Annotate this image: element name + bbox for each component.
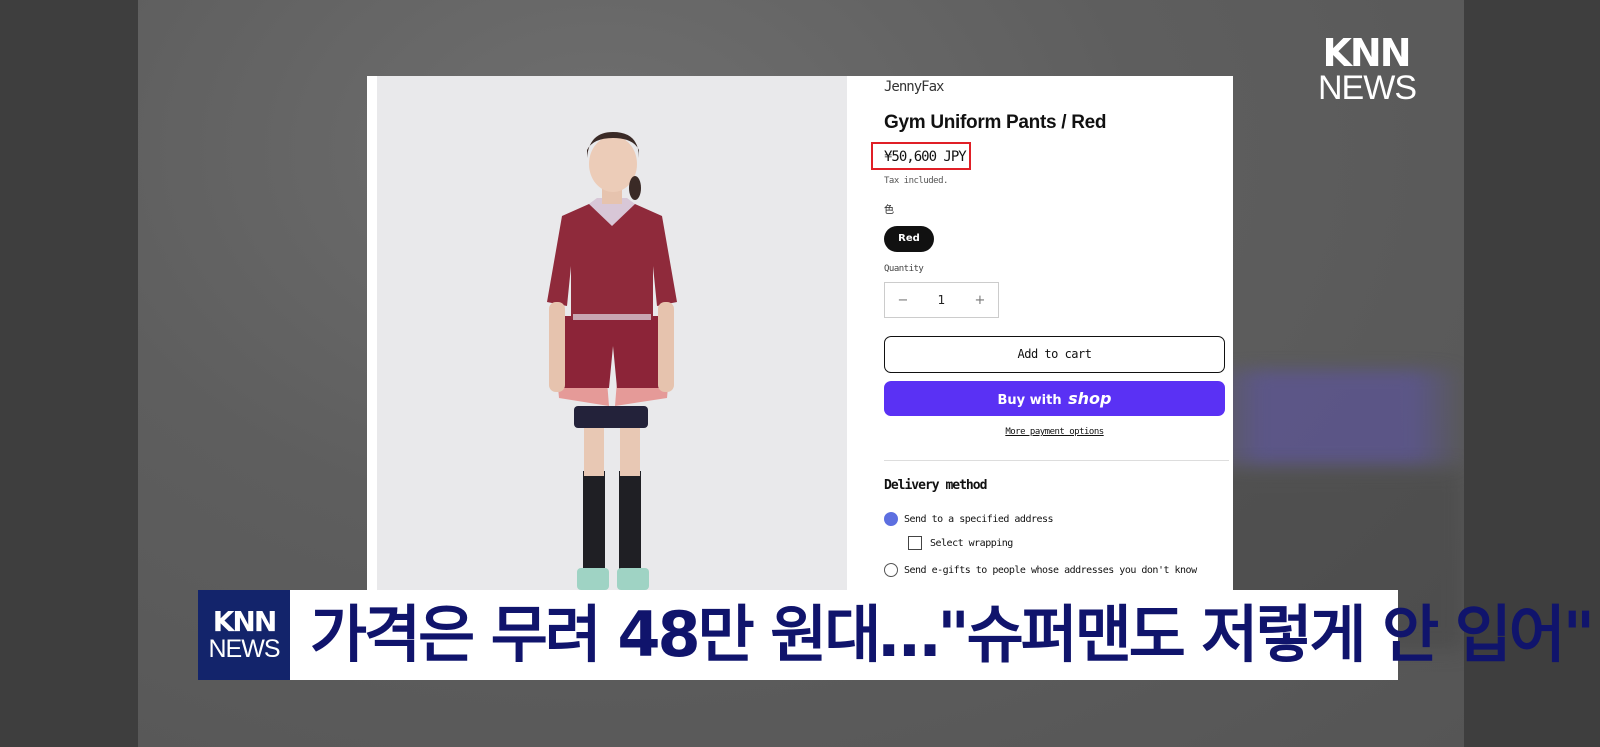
radio-unselected-icon[interactable] [884, 563, 898, 577]
delivery-option-label: Send e-gifts to people whose addresses y… [904, 564, 1197, 576]
delivery-method-heading: Delivery method [884, 478, 987, 493]
product-title: Gym Uniform Pants / Red [884, 112, 1107, 133]
caption-headline: 가격은 무려 48만 원대…"슈퍼맨도 저렇게 안 입어" [310, 598, 1595, 671]
pillarbox-left [0, 0, 138, 747]
divider [884, 460, 1229, 461]
delivery-option-address[interactable]: Send to a specified address [884, 512, 1054, 526]
quantity-label: Quantity [884, 264, 924, 274]
wrapping-label: Select wrapping [930, 537, 1013, 549]
quantity-value[interactable]: 1 [938, 293, 946, 307]
caption-knn-logo: KNN NEWS [198, 590, 290, 680]
logo-knn-text: KNN [1322, 31, 1411, 75]
color-option-red[interactable]: Red [884, 226, 934, 252]
quantity-stepper: − 1 + [884, 282, 999, 318]
select-wrapping-option[interactable]: Select wrapping [908, 536, 1013, 550]
quantity-increment-button[interactable]: + [972, 293, 988, 308]
product-photo [377, 76, 847, 590]
tax-note: Tax included. [884, 176, 948, 186]
delivery-option-label: Send to a specified address [904, 513, 1054, 525]
color-label: 色 [884, 205, 894, 216]
delivery-option-egift[interactable]: Send e-gifts to people whose addresses y… [884, 563, 1197, 577]
quantity-decrement-button[interactable]: − [895, 293, 911, 308]
caption-logo-knn: KNN [212, 605, 278, 638]
knn-news-logo: KNN NEWS [1318, 31, 1417, 107]
model-figure-image [547, 132, 677, 590]
news-caption-bar: KNN NEWS 가격은 무려 48만 원대…"슈퍼맨도 저렇게 안 입어" [198, 590, 1595, 680]
logo-news-text: NEWS [1318, 69, 1417, 107]
product-price: ¥50,600 JPY [884, 149, 967, 165]
background-purple-glow [1210, 370, 1464, 465]
add-to-cart-button[interactable]: Add to cart [884, 336, 1225, 373]
more-payment-options-link[interactable]: More payment options [884, 427, 1225, 437]
product-page-screenshot: JennyFax Gym Uniform Pants / Red ¥50,600… [367, 76, 1233, 590]
checkbox-icon[interactable] [908, 536, 922, 550]
brand-name[interactable]: JennyFax [884, 79, 944, 95]
caption-logo-news: NEWS [208, 635, 281, 663]
shop-logo: shop [1068, 389, 1112, 408]
radio-selected-icon[interactable] [884, 512, 898, 526]
buy-with-shop-button[interactable]: Buy with shop [884, 381, 1225, 416]
buy-with-label: Buy with [997, 393, 1062, 408]
